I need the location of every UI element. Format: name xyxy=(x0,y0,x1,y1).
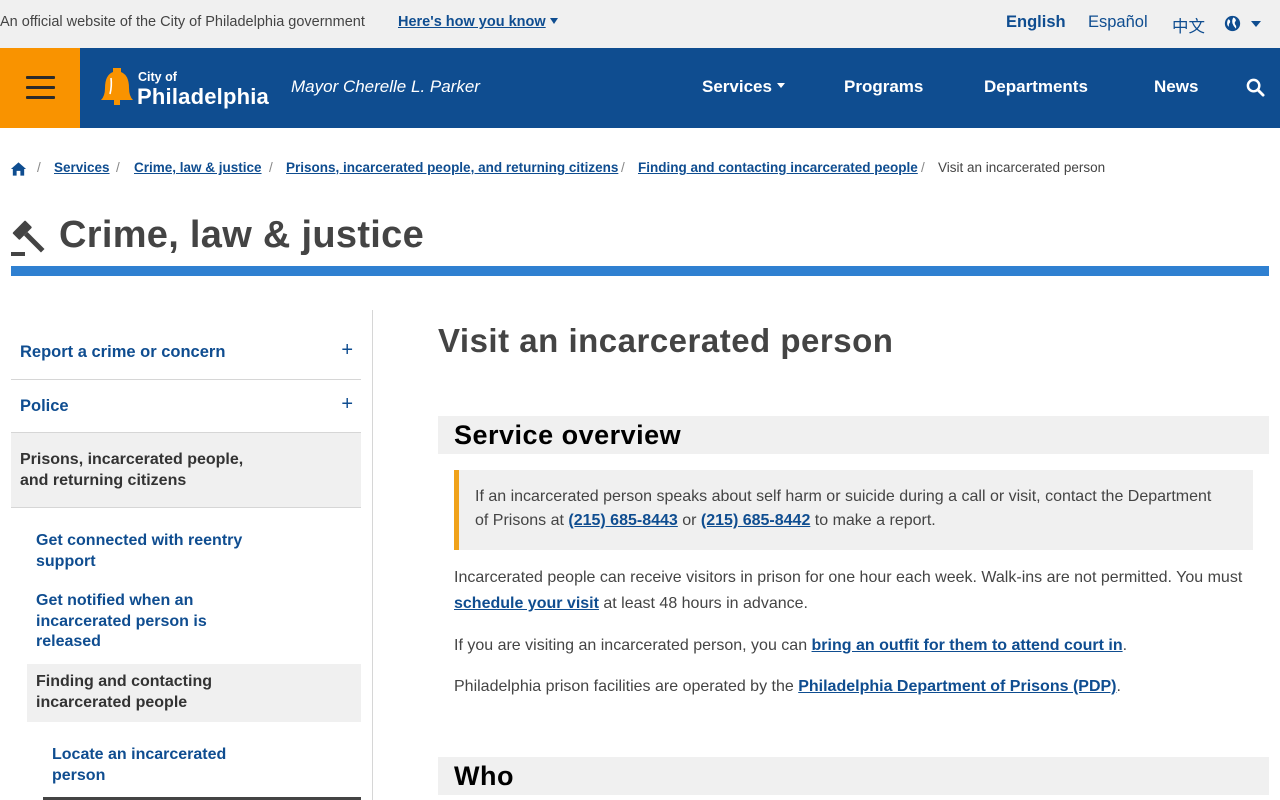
language-english[interactable]: English xyxy=(1006,13,1066,32)
plus-icon[interactable]: + xyxy=(341,339,353,362)
paragraph-text: . xyxy=(1116,678,1121,695)
paragraph-text: . xyxy=(1122,637,1128,654)
nav-services[interactable]: Services xyxy=(702,77,785,97)
liberty-bell-logo xyxy=(101,68,133,105)
breadcrumb-separator: / xyxy=(921,160,925,175)
paragraph-text: at least 48 hours in advance. xyxy=(598,595,808,612)
court-outfit-paragraph: If you are visiting an incarcerated pers… xyxy=(454,633,1254,659)
sidenav-divider xyxy=(372,310,373,800)
section-title-rule xyxy=(11,266,1269,276)
schedule-visit-link[interactable]: schedule your visit xyxy=(454,595,599,612)
language-espanol[interactable]: Español xyxy=(1088,13,1148,32)
nav-programs[interactable]: Programs xyxy=(844,77,923,97)
phone-link-8442[interactable]: (215) 685-8442 xyxy=(701,512,810,529)
pdp-paragraph: Philadelphia prison facilities are opera… xyxy=(454,674,1254,700)
breadcrumb-prisons[interactable]: Prisons, incarcerated people, and return… xyxy=(286,160,618,175)
section-title: Crime, law & justice xyxy=(59,214,425,256)
logo-city-of: City of xyxy=(138,70,177,84)
menu-icon-bar xyxy=(26,86,55,89)
caret-down-icon xyxy=(776,83,785,88)
gavel-icon xyxy=(10,218,50,263)
sidenav-label: Get connected with reentry support xyxy=(36,532,243,570)
language-chinese[interactable]: 中文 xyxy=(1172,13,1205,37)
menu-icon-bar xyxy=(26,76,55,79)
menu-button[interactable] xyxy=(0,48,80,128)
breadcrumb-separator: / xyxy=(621,160,625,175)
nav-news[interactable]: News xyxy=(1154,77,1198,97)
callout-text: If an incarcerated person speaks about s… xyxy=(475,485,1215,533)
sidenav-label: Get notified when an incarcerated person… xyxy=(36,592,207,650)
phone-link-8443[interactable]: (215) 685-8443 xyxy=(568,512,677,529)
sidenav-label: Prisons, incarcerated people, and return… xyxy=(20,451,244,489)
sidenav-label: Police xyxy=(20,397,69,415)
sidenav-police[interactable]: Police + xyxy=(11,380,361,433)
sidenav-locate-person[interactable]: Locate an incarcerated person xyxy=(11,744,361,788)
breadcrumb-services[interactable]: Services xyxy=(54,160,110,175)
plus-icon[interactable]: + xyxy=(341,393,353,416)
official-banner: An official website of the City of Phila… xyxy=(0,0,1280,48)
who-heading: Who xyxy=(454,761,514,791)
pdp-link[interactable]: Philadelphia Department of Prisons (PDP) xyxy=(798,678,1116,695)
service-overview-heading: Service overview xyxy=(454,420,682,450)
callout-text-middle: or xyxy=(677,512,701,529)
callout-text-after: to make a report. xyxy=(810,512,936,529)
breadcrumb-separator: / xyxy=(37,160,41,175)
breadcrumb-separator: / xyxy=(269,160,273,175)
logo-philadelphia: Philadelphia xyxy=(137,84,269,109)
paragraph-text: Philadelphia prison facilities are opera… xyxy=(454,678,799,695)
sidenav-prisons-active[interactable]: Prisons, incarcerated people, and return… xyxy=(11,433,361,508)
breadcrumb-crime-law-justice[interactable]: Crime, law & justice xyxy=(134,160,262,175)
sidenav-reentry-support[interactable]: Get connected with reentry support xyxy=(11,530,361,574)
official-website-text: An official website of the City of Phila… xyxy=(0,14,365,30)
menu-icon-bar xyxy=(26,96,55,99)
paragraph-text: Incarcerated people can receive visitors… xyxy=(454,569,1243,586)
sidenav-label: Finding and contacting incarcerated peop… xyxy=(36,673,212,711)
nav-departments[interactable]: Departments xyxy=(984,77,1088,97)
sidenav-get-notified[interactable]: Get notified when an incarcerated person… xyxy=(11,590,361,654)
caret-down-icon xyxy=(549,18,558,24)
paragraph-text: If you are visiting an incarcerated pers… xyxy=(454,637,812,654)
who-heading-band: Who xyxy=(438,757,1269,795)
how-you-know-toggle[interactable]: Here's how you know xyxy=(398,14,558,30)
breadcrumb-finding-contacting[interactable]: Finding and contacting incarcerated peop… xyxy=(638,160,918,175)
sidenav-report-crime[interactable]: Report a crime or concern + xyxy=(11,326,361,380)
home-icon[interactable] xyxy=(10,161,27,180)
sidenav-label: Report a crime or concern xyxy=(20,343,226,361)
service-overview-heading-band: Service overview xyxy=(438,416,1269,454)
site-header: City of Philadelphia Mayor Cherelle L. P… xyxy=(0,48,1280,128)
sidenav-finding-contacting-active[interactable]: Finding and contacting incarcerated peop… xyxy=(27,664,361,722)
breadcrumb-current: Visit an incarcerated person xyxy=(938,160,1106,175)
court-outfit-link[interactable]: bring an outfit for them to attend court… xyxy=(812,637,1123,654)
warning-callout: If an incarcerated person speaks about s… xyxy=(454,470,1253,550)
how-you-know-label: Here's how you know xyxy=(398,14,546,30)
visiting-rules-paragraph: Incarcerated people can receive visitors… xyxy=(454,565,1254,617)
breadcrumb-separator: / xyxy=(116,160,120,175)
language-caret-icon[interactable] xyxy=(1251,21,1261,27)
city-logo[interactable]: City of Philadelphia xyxy=(99,66,269,113)
mayor-name: Mayor Cherelle L. Parker xyxy=(291,77,480,96)
sidenav-label: Locate an incarcerated person xyxy=(52,746,227,784)
page-title: Visit an incarcerated person xyxy=(438,322,894,359)
search-icon[interactable] xyxy=(1246,78,1265,102)
nav-services-label: Services xyxy=(702,77,772,96)
globe-icon[interactable] xyxy=(1224,15,1241,37)
